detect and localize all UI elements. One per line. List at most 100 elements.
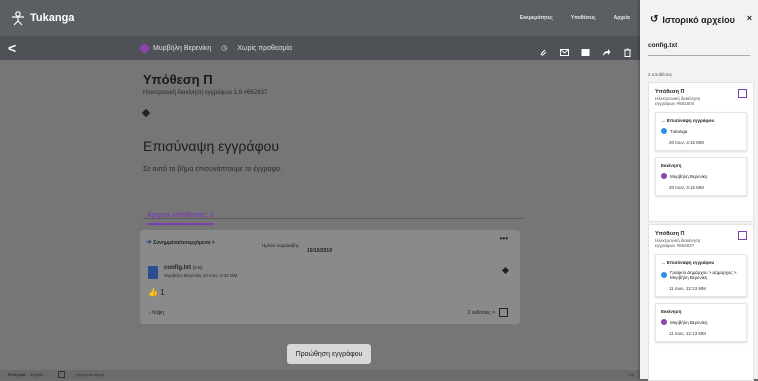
case-toolbar: < Μυρβήλη Βερενίκη ◷ Χωρίς προθεσμία [0,36,640,60]
case-meta: Μυρβήλη Βερενίκη ◷ Χωρίς προθεσμία [140,36,292,60]
high-contrast-label: Υψηλή αντίθεση [75,371,105,377]
proceed-document-button[interactable]: Προώθηση εγγράφου [287,344,371,364]
file-history-panel: ↺ Ιστορικό αρχείου × config.txt 2 υποθέσ… [640,0,758,381]
actor-avatar [661,319,667,325]
tukanga-logo-icon [12,11,24,26]
thumbs-up-icon: 👍 [148,288,158,297]
event-actor-name: Γραφείο Δημάρχου > Δήμαρχος > Μυρβήλη Βε… [670,270,737,280]
tab-case-files[interactable]: Αρχεία υπόθεσης: 1 [147,212,214,225]
event-title: Εκκίνηση [661,163,682,168]
mail-icon[interactable] [560,44,569,56]
event-date: 11 Ιουν, 12:13 ΜΜ [669,286,706,291]
history-case: Υπόθεση Π Ηλεκτρονική διακίνηση εγγράφων… [648,82,754,222]
files-tab-bar: Αρχεία υπόθεσης: 1 [143,204,523,225]
high-contrast-checkbox[interactable] [57,371,65,378]
receipt-date-value: 10/10/2019 [306,248,332,254]
case-subtitle: Ηλεκτρονική διακίνηση εγγράφων 1.9 #6628… [143,90,268,96]
high-contrast-toggle[interactable]: Υψηλή αντίθεση [50,371,105,378]
close-icon[interactable]: × [747,13,752,23]
step-title: Επισύναψη εγγράφου [143,138,279,154]
file-size: (9 B) [192,265,203,270]
open-case-icon[interactable] [738,89,747,98]
history-case-subtitle: Ηλεκτρονική διακίνηση εγγράφων #662837 [655,238,701,248]
versions-link[interactable]: 2 εκδόσεις > [467,308,508,317]
file-name-row[interactable]: config.txt (9 B) [164,265,202,271]
event-actor-name: Μυρβήλη Βερενίκη [670,173,708,179]
download-label: Λήψη [151,310,165,316]
delete-icon[interactable] [623,44,632,57]
tag-icon[interactable] [141,108,151,118]
folder-path-label: Συνημμένα/εισερχόμενα > [153,240,215,246]
due-label[interactable]: Χωρίς προθεσμία [237,45,292,52]
clock-icon: ◷ [221,45,228,52]
top-bar: Tukanga Εκκρεμότητες Υποθέσεις Αρχεία [0,0,640,36]
history-case: Υπόθεση Π Ηλεκτρονική διακίνηση εγγράφων… [648,224,754,381]
nav-pending[interactable]: Εκκρεμότητες [520,15,553,21]
attach-icon[interactable] [539,44,548,56]
select-checkbox[interactable] [499,308,508,317]
panel-title: ↺ Ιστορικό αρχείου [650,14,735,25]
nav-files[interactable]: Αρχεία [614,15,630,21]
more-options-icon[interactable]: ••• [500,234,508,243]
lang-english[interactable]: English [30,372,43,377]
history-case-title[interactable]: Υπόθεση Π [655,231,747,237]
history-event: Εκκίνηση Μυρβήλη Βερενίκη 11 Ιουν, 12:13… [655,303,747,342]
file-card: ➔ Συνημμένα/εισερχόμενα > : Ημ/νία παραλ… [140,230,520,324]
nav-cases[interactable]: Υποθέσεις [571,15,596,21]
file-tag-icon[interactable] [501,266,510,275]
forward-icon[interactable] [602,44,611,56]
event-date: 20 Ιουν, 3:15 ΜΜ [669,140,704,145]
case-content: Υπόθεση Π Ηλεκτρονική διακίνηση εγγράφων… [0,60,640,370]
footer: Ελληνικά English Υψηλή αντίθεση Ορ [0,370,640,379]
app-name: Tukanga [30,12,75,24]
like-count: 1 [160,288,165,297]
lang-greek[interactable]: Ελληνικά [8,372,25,377]
event-title: → Επισύναψη εγγράφου [661,118,715,123]
folder-path[interactable]: ➔ Συνημμένα/εισερχόμενα > [146,238,215,246]
panel-file-name: config.txt [648,42,750,56]
actor-avatar [661,128,667,134]
history-event: Εκκίνηση Μυρβήλη Βερενίκη 20 Ιουν, 3:15 … [655,157,747,196]
event-actor: Μυρβήλη Βερενίκη [661,173,741,179]
like-button[interactable]: 👍 1 [148,288,165,297]
open-case-icon[interactable] [738,231,747,240]
archive-icon[interactable] [581,44,590,56]
history-case-title[interactable]: Υπόθεση Π [655,89,747,95]
file-meta: Μυρβήλη Βερενίκη 20 Ιουν, 2:33 ΜΜ [164,273,238,278]
case-tools [539,36,632,60]
event-actor: Γραφείο Δημάρχου > Δήμαρχος > Μυρβήλη Βε… [661,270,741,280]
back-arrow-icon[interactable]: < [8,41,16,55]
receipt-date-label: Ημ/νία παραλαβής [262,243,300,248]
event-actor-name: Μυρβήλη Βερενίκη [670,319,708,325]
case-count: 2 υποθέσεις [648,72,673,77]
history-event: → Επισύναψη εγγράφου Γραφείο Δημάρχου > … [655,254,747,297]
history-icon: ↺ [650,14,659,25]
versions-label: 2 εκδόσεις > [467,309,495,316]
footer-version: Ορ [628,372,634,377]
event-actor: Tukanga [661,128,741,134]
top-nav: Εκκρεμότητες Υποθέσεις Αρχεία [520,15,630,21]
event-actor-name: Tukanga [670,128,688,134]
actor-avatar [661,173,667,179]
case-header: Υπόθεση Π Ηλεκτρονική διακίνηση εγγράφων… [143,72,267,96]
download-button[interactable]: ↓ Λήψη [148,310,164,316]
actor-avatar [661,272,667,278]
history-case-subtitle: Ηλεκτρονική διακίνηση εγγράφων #681604 [655,96,701,106]
app-logo[interactable]: Tukanga [10,10,74,26]
event-date: 11 Ιουν, 12:13 ΜΜ [669,331,706,336]
event-date: 20 Ιουν, 3:15 ΜΜ [669,185,704,190]
panel-title-text: Ιστορικό αρχείου [662,14,735,25]
event-actor: Μυρβήλη Βερενίκη [661,319,741,325]
history-event: → Επισύναψη εγγράφου Tukanga 20 Ιουν, 3:… [655,112,747,151]
assignee-avatar [140,43,149,53]
txt-file-icon [148,266,158,279]
assignee-name[interactable]: Μυρβήλη Βερενίκη [153,45,211,52]
event-title: → Επισύναψη εγγράφου [661,260,715,265]
receipt-date: : Ημ/νία παραλαβής 10/10/2019 [262,238,332,254]
file-name: config.txt [164,265,191,271]
folder-arrow-icon: ➔ [146,239,152,246]
download-icon: ↓ [148,310,151,316]
event-title: Εκκίνηση [661,309,682,314]
step-description: Σε αυτό το βήμα επισυνάπτουμε το έγγραφο… [143,166,282,173]
case-title: Υπόθεση Π [143,72,213,87]
